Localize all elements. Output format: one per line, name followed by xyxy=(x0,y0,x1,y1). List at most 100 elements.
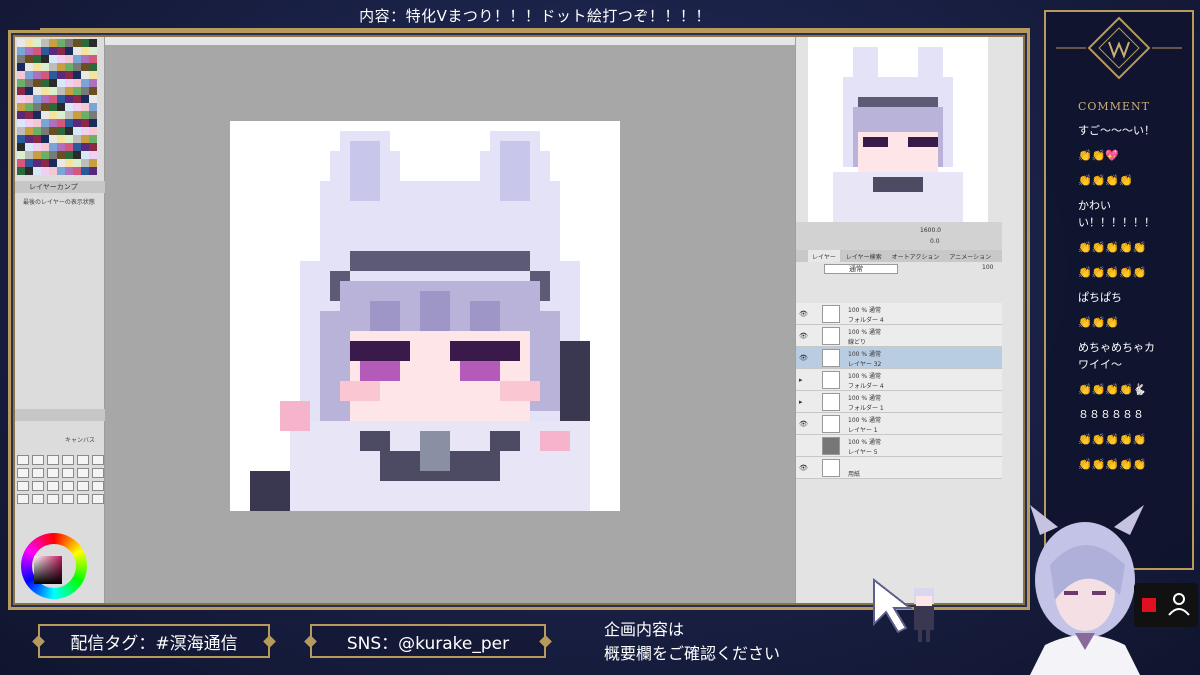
tool-button[interactable] xyxy=(47,494,59,504)
palette-swatch[interactable] xyxy=(17,127,25,135)
palette-swatch[interactable] xyxy=(33,55,41,63)
palette-swatch[interactable] xyxy=(25,71,33,79)
color-palette[interactable] xyxy=(17,39,97,177)
palette-swatch[interactable] xyxy=(81,95,89,103)
canvas-area[interactable] xyxy=(105,37,795,603)
palette-swatch[interactable] xyxy=(73,167,81,175)
layer-row[interactable]: 👁 100 % 通常 線どり xyxy=(796,325,1002,347)
palette-swatch[interactable] xyxy=(41,135,49,143)
tool-button[interactable] xyxy=(47,455,59,465)
palette-swatch[interactable] xyxy=(65,167,73,175)
palette-swatch[interactable] xyxy=(49,71,57,79)
tab-layer-search[interactable]: レイヤー検索 xyxy=(842,250,886,262)
palette-swatch[interactable] xyxy=(73,103,81,111)
opacity-value[interactable]: 100 xyxy=(982,264,993,271)
palette-swatch[interactable] xyxy=(65,63,73,71)
eye-icon[interactable]: 👁 xyxy=(799,332,808,340)
palette-swatch[interactable] xyxy=(81,103,89,111)
palette-swatch[interactable] xyxy=(65,127,73,135)
palette-swatch[interactable] xyxy=(33,159,41,167)
palette-swatch[interactable] xyxy=(33,71,41,79)
palette-swatch[interactable] xyxy=(41,167,49,175)
palette-swatch[interactable] xyxy=(73,111,81,119)
palette-swatch[interactable] xyxy=(89,87,97,95)
palette-swatch[interactable] xyxy=(49,87,57,95)
palette-swatch[interactable] xyxy=(73,143,81,151)
palette-swatch[interactable] xyxy=(89,47,97,55)
palette-swatch[interactable] xyxy=(89,151,97,159)
palette-swatch[interactable] xyxy=(33,47,41,55)
palette-swatch[interactable] xyxy=(17,79,25,87)
palette-swatch[interactable] xyxy=(33,103,41,111)
palette-swatch[interactable] xyxy=(33,95,41,103)
palette-swatch[interactable] xyxy=(73,71,81,79)
palette-swatch[interactable] xyxy=(89,39,97,47)
palette-swatch[interactable] xyxy=(49,111,57,119)
palette-swatch[interactable] xyxy=(17,119,25,127)
palette-swatch[interactable] xyxy=(89,159,97,167)
saturation-value-picker[interactable] xyxy=(34,556,62,584)
palette-swatch[interactable] xyxy=(41,79,49,87)
tab-auto-action[interactable]: オートアクション xyxy=(888,250,944,262)
tool-button[interactable] xyxy=(17,494,29,504)
tool-button[interactable] xyxy=(17,481,29,491)
palette-swatch[interactable] xyxy=(17,111,25,119)
palette-swatch[interactable] xyxy=(73,127,81,135)
palette-swatch[interactable] xyxy=(65,111,73,119)
palette-swatch[interactable] xyxy=(81,151,89,159)
palette-swatch[interactable] xyxy=(57,39,65,47)
palette-swatch[interactable] xyxy=(57,63,65,71)
tool-button[interactable] xyxy=(32,455,44,465)
palette-swatch[interactable] xyxy=(25,111,33,119)
palette-swatch[interactable] xyxy=(17,135,25,143)
palette-swatch[interactable] xyxy=(65,55,73,63)
palette-swatch[interactable] xyxy=(17,71,25,79)
zoom-value[interactable]: 1600.0 xyxy=(920,227,941,234)
layer-row[interactable]: 100 % 通常 レイヤー 5 xyxy=(796,435,1002,457)
palette-swatch[interactable] xyxy=(65,119,73,127)
tool-button[interactable] xyxy=(32,468,44,478)
palette-swatch[interactable] xyxy=(25,47,33,55)
tool-button[interactable] xyxy=(92,494,104,504)
tool-button[interactable] xyxy=(17,455,29,465)
blend-mode-select[interactable]: 通常 xyxy=(824,264,898,274)
palette-swatch[interactable] xyxy=(49,159,57,167)
palette-swatch[interactable] xyxy=(25,151,33,159)
palette-swatch[interactable] xyxy=(17,55,25,63)
palette-swatch[interactable] xyxy=(89,63,97,71)
palette-swatch[interactable] xyxy=(57,151,65,159)
palette-swatch[interactable] xyxy=(57,167,65,175)
palette-swatch[interactable] xyxy=(41,103,49,111)
palette-swatch[interactable] xyxy=(57,79,65,87)
palette-swatch[interactable] xyxy=(65,39,73,47)
palette-swatch[interactable] xyxy=(89,143,97,151)
palette-swatch[interactable] xyxy=(89,135,97,143)
eye-icon[interactable]: 👁 xyxy=(799,354,808,362)
tool-button[interactable] xyxy=(62,455,74,465)
palette-swatch[interactable] xyxy=(81,111,89,119)
tool-button[interactable] xyxy=(92,468,104,478)
palette-swatch[interactable] xyxy=(49,167,57,175)
palette-swatch[interactable] xyxy=(25,167,33,175)
palette-swatch[interactable] xyxy=(33,151,41,159)
layer-row[interactable]: 👁 100 % 通常 フォルダー 4 xyxy=(796,303,1002,325)
palette-swatch[interactable] xyxy=(25,95,33,103)
palette-swatch[interactable] xyxy=(73,79,81,87)
tool-button[interactable] xyxy=(47,468,59,478)
tool-button[interactable] xyxy=(77,468,89,478)
palette-swatch[interactable] xyxy=(49,47,57,55)
palette-swatch[interactable] xyxy=(33,119,41,127)
palette-swatch[interactable] xyxy=(33,63,41,71)
palette-swatch[interactable] xyxy=(57,119,65,127)
palette-swatch[interactable] xyxy=(17,143,25,151)
palette-swatch[interactable] xyxy=(33,167,41,175)
user-icon[interactable] xyxy=(1166,591,1192,617)
palette-swatch[interactable] xyxy=(41,127,49,135)
palette-swatch[interactable] xyxy=(57,135,65,143)
palette-swatch[interactable] xyxy=(41,71,49,79)
navigator-preview[interactable] xyxy=(808,37,988,222)
palette-swatch[interactable] xyxy=(81,87,89,95)
palette-swatch[interactable] xyxy=(65,71,73,79)
palette-swatch[interactable] xyxy=(49,119,57,127)
palette-swatch[interactable] xyxy=(81,159,89,167)
